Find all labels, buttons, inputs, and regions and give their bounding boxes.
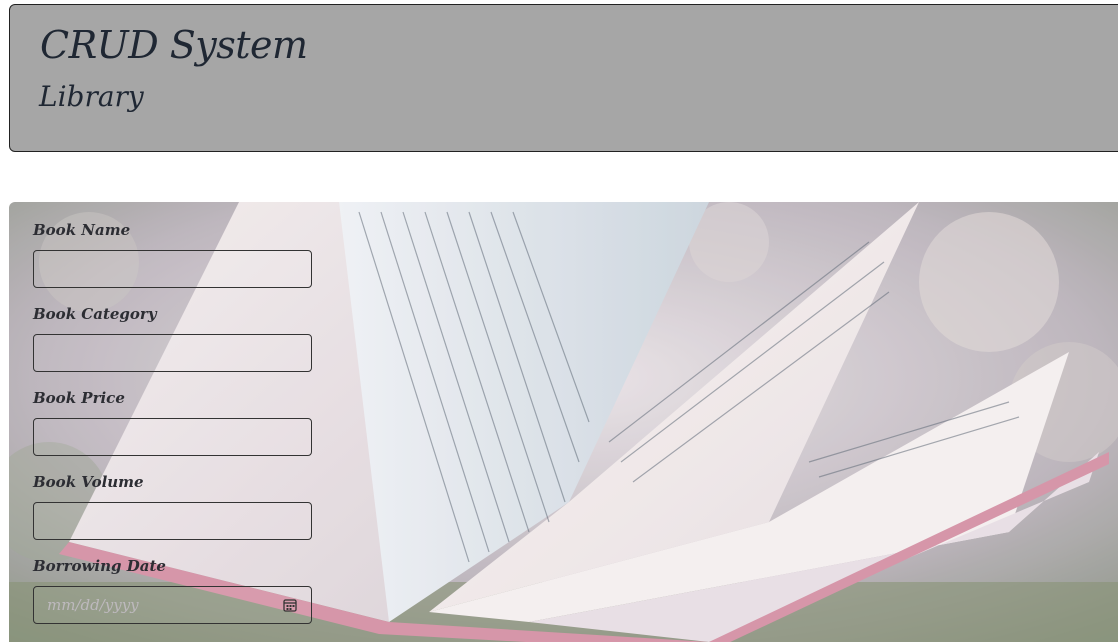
book-form: Book Name Book Category Book Price Book … bbox=[33, 220, 312, 640]
book-volume-input[interactable] bbox=[33, 502, 312, 540]
book-volume-label: Book Volume bbox=[33, 473, 144, 491]
book-price-input[interactable] bbox=[33, 418, 312, 456]
borrowing-date-placeholder: mm/dd/yyyy bbox=[47, 596, 139, 614]
book-price-label: Book Price bbox=[33, 389, 125, 407]
borrowing-date-field: Borrowing Date mm/dd/yyyy bbox=[33, 556, 312, 624]
app-header: CRUD System Library bbox=[9, 4, 1118, 152]
form-panel: Book Name Book Category Book Price Book … bbox=[9, 202, 1118, 642]
borrowing-date-label: Borrowing Date bbox=[33, 557, 166, 575]
book-volume-field: Book Volume bbox=[33, 472, 312, 540]
borrowing-date-input[interactable]: mm/dd/yyyy bbox=[33, 586, 312, 624]
book-name-field: Book Name bbox=[33, 220, 312, 288]
book-category-field: Book Category bbox=[33, 304, 312, 372]
book-name-input[interactable] bbox=[33, 250, 312, 288]
book-category-input[interactable] bbox=[33, 334, 312, 372]
page-title: CRUD System bbox=[40, 23, 308, 67]
book-price-field: Book Price bbox=[33, 388, 312, 456]
book-name-label: Book Name bbox=[33, 221, 131, 239]
page-subtitle: Library bbox=[39, 80, 144, 113]
calendar-icon[interactable] bbox=[283, 598, 297, 612]
book-category-label: Book Category bbox=[33, 305, 157, 323]
